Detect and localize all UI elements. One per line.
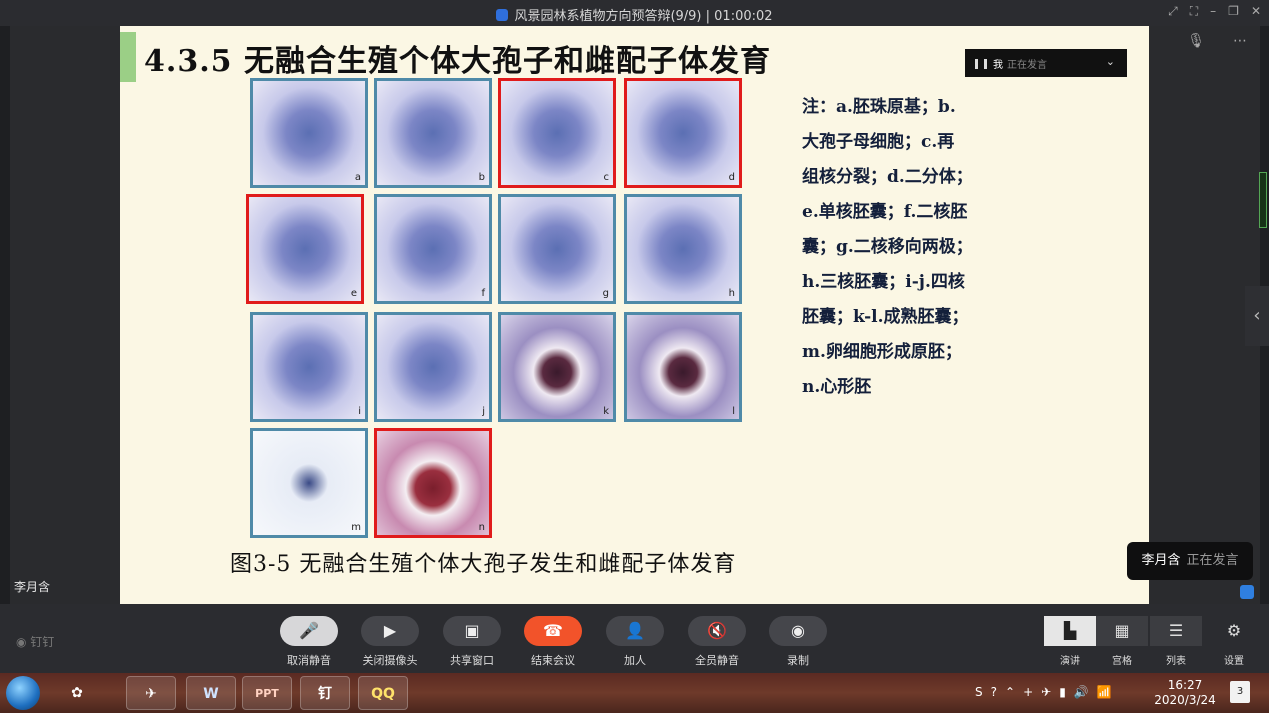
color-app-icon[interactable]: ✿	[52, 676, 102, 710]
figure-notes: 注：a.胚珠原基；b. 大孢子母细胞；c.再 组核分裂；d.二分体； e.单核胚…	[802, 97, 973, 397]
speaker-name: 李月含	[14, 580, 51, 594]
dingtalk-tray-icon[interactable]: ✈	[1041, 685, 1051, 699]
speaker-toast: 李月含 正在发言	[1127, 542, 1253, 580]
dingtalk-taskbar-icon[interactable]: ✈	[126, 676, 176, 710]
slide-accent-bar	[120, 32, 136, 82]
tray-arrow-icon[interactable]: ⌃	[1005, 685, 1015, 699]
window-title: 风景园林系植物方向预答辩(9/9) | 01:00:02	[0, 5, 1269, 24]
grid-view-icon: ▦	[1096, 616, 1148, 646]
hang-up-icon: ☎	[524, 616, 582, 646]
dingtalk-icon: ◉	[16, 635, 31, 649]
speaker-view-icon: ▙	[1044, 616, 1096, 646]
chevron-down-icon[interactable]: ⌄	[1106, 55, 1115, 68]
window-title-bar: 风景园林系植物方向预答辩(9/9) | 01:00:02 ⤢ ⛶ – ❐ ✕	[0, 0, 1269, 26]
app-brand: ◉ 钉钉	[16, 635, 55, 649]
dingtalk-app-taskbar-icon[interactable]: 钉	[300, 676, 350, 710]
microphone-muted-icon: 🎤	[280, 616, 338, 646]
lock-icon	[496, 9, 509, 21]
micrograph-panel-a: a	[250, 78, 368, 188]
view-grid[interactable]: ▦ 宫格	[1096, 616, 1148, 667]
speaking-indicator[interactable]: 我正在发言 ⌄	[965, 49, 1127, 77]
share-window-button[interactable]: ▣ 共享窗口	[440, 616, 504, 668]
add-person-button[interactable]: 👤 加人	[603, 616, 667, 668]
os-taskbar: ✿ ✈ W PPT 钉 QQ S ? ⌃ + ✈ ▮ 🔊 📶 16:27 202…	[0, 673, 1269, 713]
system-clock[interactable]: 16:27 2020/3/24	[1152, 678, 1218, 708]
micrograph-panel-i: i	[250, 312, 368, 422]
close-button[interactable]: ✕	[1251, 4, 1261, 19]
end-meeting-button[interactable]: ☎ 结束会议	[521, 616, 585, 668]
notification-center-icon[interactable]: 3	[1230, 681, 1250, 703]
mute-all-button[interactable]: 🔇 全员静音	[685, 616, 749, 668]
qq-taskbar-icon[interactable]: QQ	[358, 676, 408, 710]
audio-level-icon	[975, 59, 987, 69]
share-window-icon: ▣	[443, 616, 501, 646]
volume-meter	[1259, 172, 1267, 228]
help-icon[interactable]: ?	[991, 685, 997, 699]
view-speaker[interactable]: ▙ 演讲	[1044, 616, 1096, 667]
camera-icon: ▶	[361, 616, 419, 646]
slide-heading: 4.3.5 无融合生殖个体大孢子和雌配子体发育	[144, 44, 771, 79]
volume-icon[interactable]: 🔊	[1074, 685, 1089, 699]
unmute-button[interactable]: 🎤 取消静音	[277, 616, 341, 668]
list-view-icon: ☰	[1150, 616, 1202, 646]
micrograph-panel-l: l	[624, 312, 742, 422]
gear-icon: ⚙	[1226, 621, 1242, 640]
add-person-icon: 👤	[606, 616, 664, 646]
micrograph-panel-g: g	[498, 194, 616, 304]
record-icon: ◉	[769, 616, 827, 646]
figure-caption: 图3-5 无融合生殖个体大孢子发生和雌配子体发育	[230, 552, 737, 577]
micrograph-panel-m: m	[250, 428, 368, 538]
micrograph-panel-c: c	[498, 78, 616, 188]
chat-icon[interactable]	[1240, 585, 1254, 599]
minimize-button[interactable]: –	[1210, 4, 1216, 19]
micrograph-panel-d: d	[624, 78, 742, 188]
micrograph-panel-f: f	[374, 194, 492, 304]
network-icon[interactable]: 📶	[1097, 685, 1112, 699]
camera-off-button[interactable]: ▶ 关闭摄像头	[358, 616, 422, 668]
settings-button[interactable]: ⚙ 设置	[1208, 616, 1260, 667]
system-tray: S ? ⌃ + ✈ ▮ 🔊 📶	[975, 685, 1112, 699]
start-button[interactable]	[6, 676, 40, 710]
restore-button[interactable]: ❐	[1228, 4, 1239, 19]
micrograph-panel-b: b	[374, 78, 492, 188]
record-button[interactable]: ◉ 录制	[766, 616, 830, 668]
micrograph-panel-h: h	[624, 194, 742, 304]
input-method-icon[interactable]: S	[975, 685, 983, 699]
micrograph-panel-k: k	[498, 312, 616, 422]
battery-icon[interactable]: ▮	[1059, 685, 1066, 699]
word-taskbar-icon[interactable]: W	[186, 676, 236, 710]
view-list[interactable]: ☰ 列表	[1150, 616, 1202, 667]
pin-icon[interactable]: ⤢	[1168, 4, 1178, 19]
fullscreen-icon[interactable]: ⛶	[1190, 4, 1198, 19]
more-icon[interactable]: ⋯	[1233, 33, 1247, 49]
meeting-toolbar: ◉ 钉钉 🎤 取消静音 ▶ 关闭摄像头 ▣ 共享窗口 ☎ 结束会议 👤 加人 🔇 全员静音 …	[0, 604, 1269, 673]
micrograph-panel-j: j	[374, 312, 492, 422]
shared-slide: 4.3.5 无融合生殖个体大孢子和雌配子体发育 a b c d e f g h …	[120, 26, 1149, 604]
mute-all-icon: 🔇	[688, 616, 746, 646]
micrograph-panel-n: n	[374, 428, 492, 538]
micrograph-panel-e: e	[246, 194, 364, 304]
microphone-icon[interactable]: 🎙	[1187, 33, 1205, 49]
add-icon[interactable]: +	[1023, 685, 1033, 699]
powerpoint-taskbar-icon[interactable]: PPT	[242, 676, 292, 710]
chevron-left-icon[interactable]: ‹	[1245, 286, 1269, 346]
